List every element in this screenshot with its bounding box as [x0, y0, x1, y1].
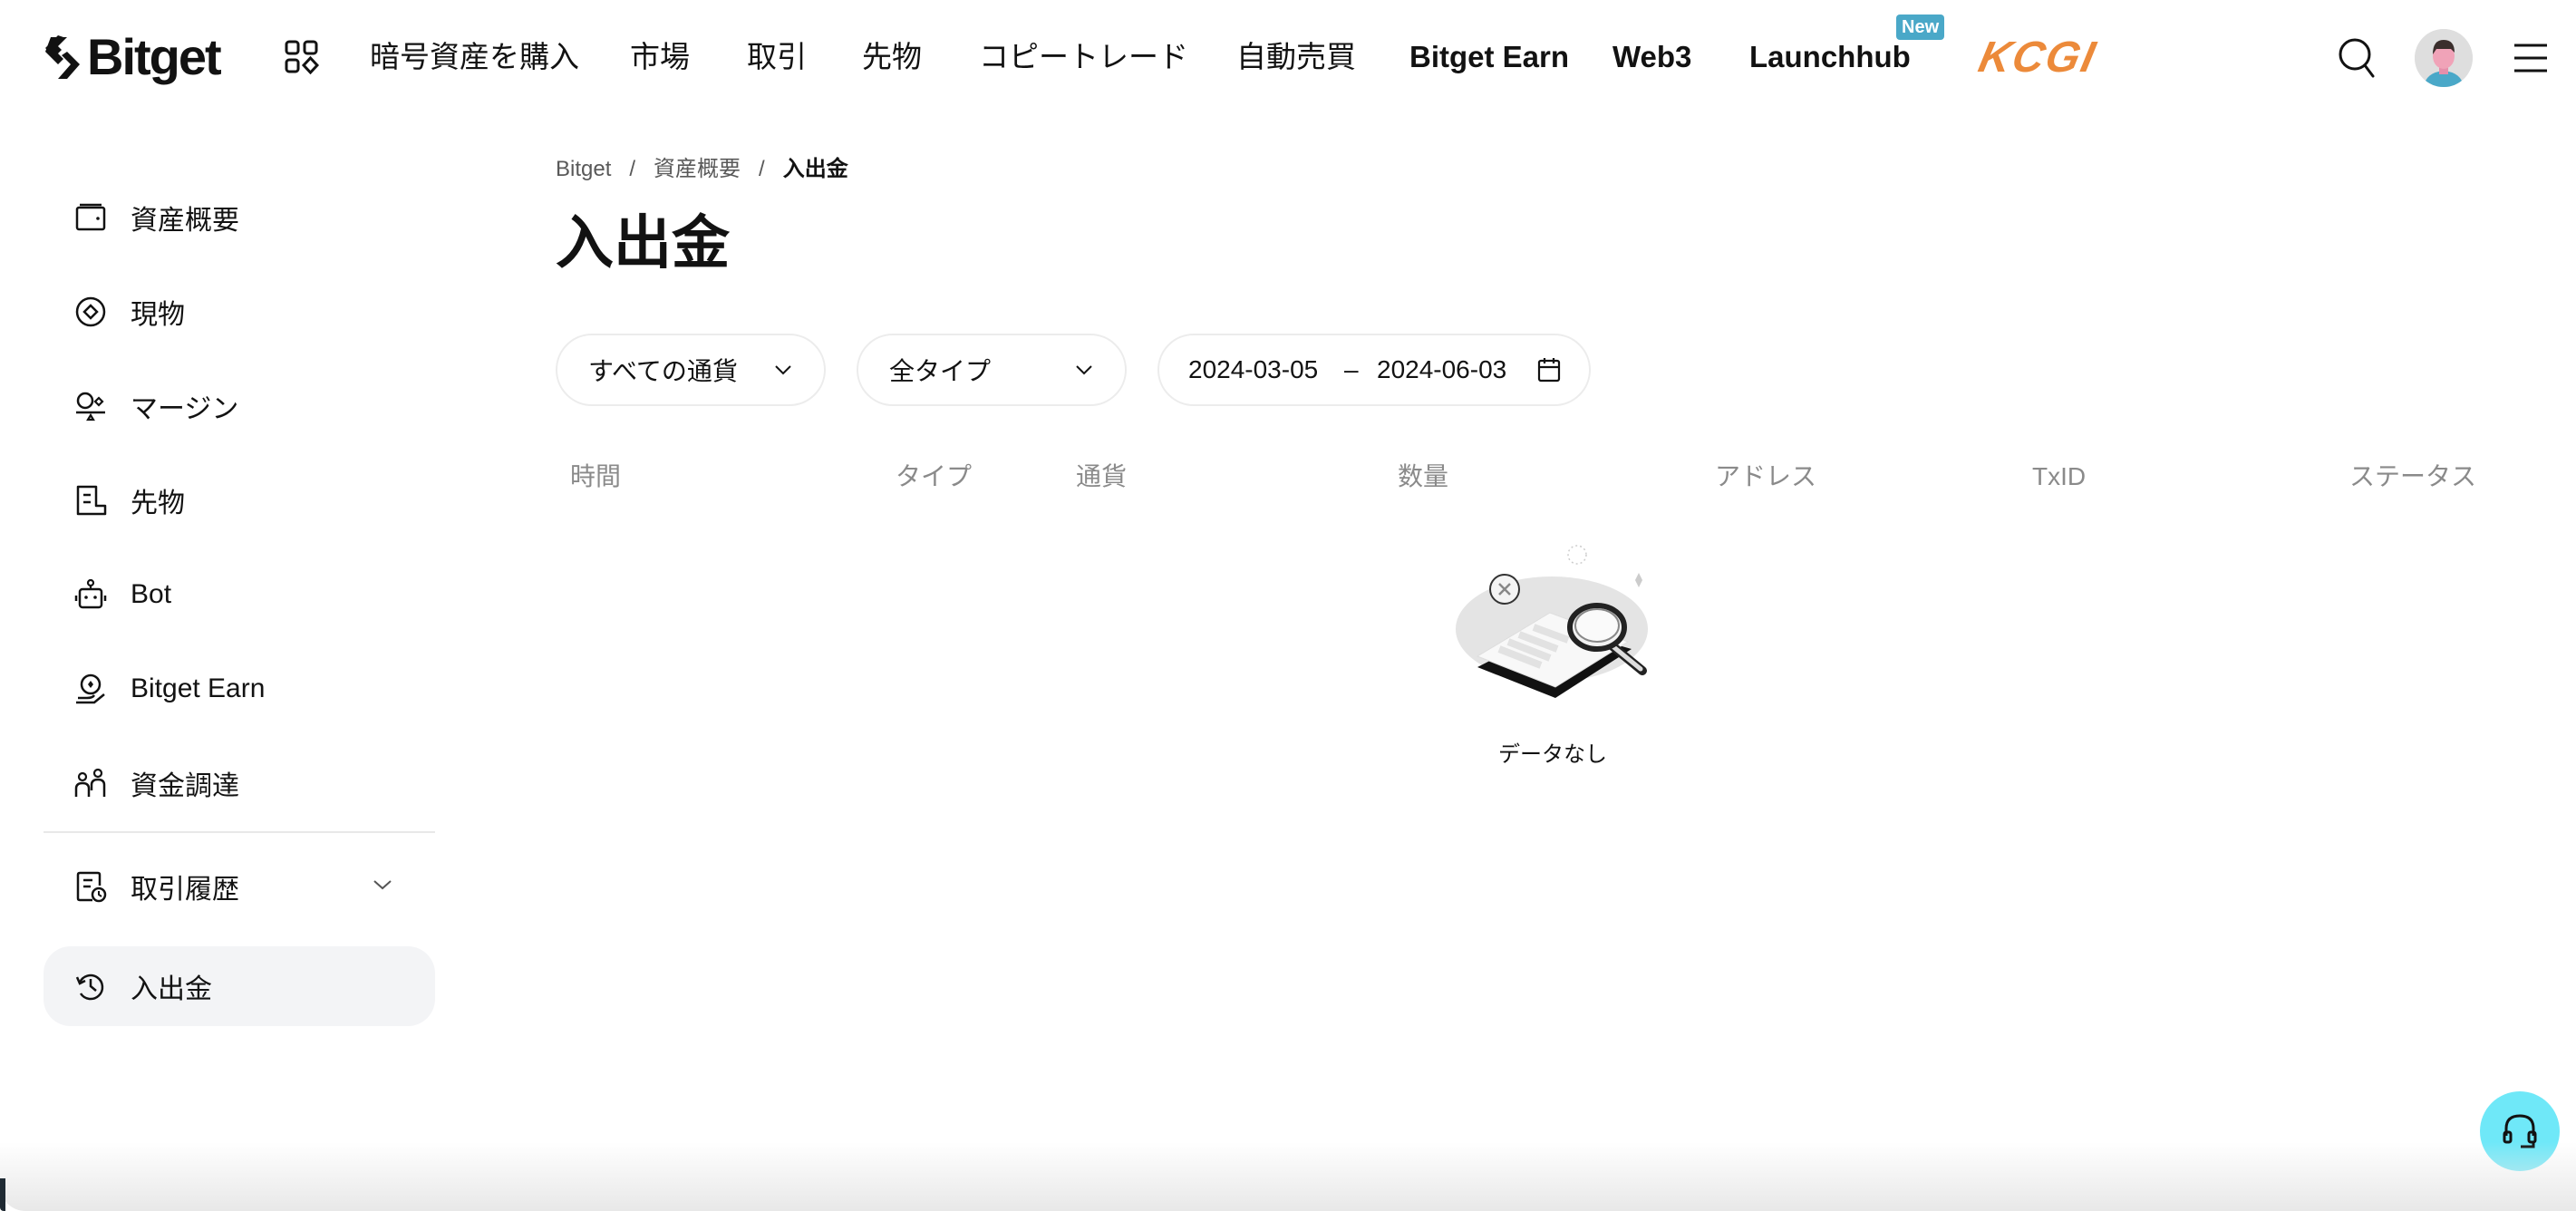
chevron-down-icon	[775, 365, 791, 375]
sidebar-item-trade-history[interactable]: 取引履歴	[44, 847, 435, 926]
sidebar-item-assets-overview[interactable]: 資産概要	[44, 178, 435, 257]
sidebar-item-deposit-withdraw[interactable]: 入出金	[44, 946, 435, 1026]
sidebar-item-label: マージン	[131, 394, 239, 424]
sidebar-item-label: 先物	[131, 489, 185, 518]
bot-icon	[74, 578, 107, 609]
date-range-picker[interactable]: 2024-03-05 – 2024-06-03	[1157, 334, 1591, 406]
wallet-icon	[75, 203, 106, 231]
sidebar-item-bot[interactable]: Bot	[44, 555, 435, 635]
bitget-logo-icon	[45, 35, 80, 79]
margin-icon	[76, 392, 105, 421]
no-data-illustration	[1456, 545, 1648, 698]
sidebar-item-funding[interactable]: 資金調達	[44, 743, 435, 823]
currency-select[interactable]: すべての通貨	[556, 334, 826, 406]
breadcrumb-assets[interactable]: 資産概要	[654, 156, 741, 183]
spot-icon	[75, 296, 106, 327]
sidebar-item-label: 取引履歴	[131, 875, 239, 905]
empty-state	[1450, 540, 1655, 708]
breadcrumb-separator: /	[629, 157, 636, 181]
empty-state-text: データなし	[1498, 742, 1607, 767]
sidebar-item-bitget-earn[interactable]: Bitget Earn	[44, 649, 435, 729]
avatar-icon	[2415, 29, 2473, 87]
column-header-time: 時間	[570, 462, 622, 490]
date-to[interactable]: 2024-06-03	[1377, 355, 1506, 384]
avatar[interactable]	[2415, 29, 2473, 87]
logo-text: Bitget	[87, 28, 222, 85]
kcgi-logo[interactable]: KCGI	[1974, 34, 2100, 82]
history-doc-icon	[76, 871, 107, 903]
sidebar-item-spot[interactable]: 現物	[44, 272, 435, 352]
sidebar-item-label: Bitget Earn	[131, 673, 266, 703]
nav-buy-crypto[interactable]: 暗号資産を購入	[370, 34, 579, 80]
column-header-currency: 通貨	[1076, 462, 1128, 490]
nav-bots[interactable]: 自動売買	[1236, 34, 1356, 80]
chevron-down-icon	[1076, 365, 1092, 375]
sidebar-divider	[44, 831, 435, 833]
futures-icon	[76, 485, 107, 516]
nav-trade[interactable]: 取引	[747, 34, 807, 80]
menu-icon[interactable]	[2513, 40, 2549, 76]
clock-history-icon	[75, 974, 104, 1001]
apps-icon[interactable]	[285, 40, 319, 74]
currency-select-value: すべての通貨	[588, 357, 738, 385]
new-badge: New	[1896, 15, 1945, 40]
sidebar-item-margin[interactable]: マージン	[44, 366, 435, 446]
type-select-value: 全タイプ	[889, 357, 992, 385]
date-from[interactable]: 2024-03-05	[1188, 355, 1318, 384]
date-separator: –	[1344, 355, 1359, 383]
breadcrumb-home[interactable]: Bitget	[556, 156, 611, 183]
column-header-status: ステータス	[2349, 462, 2477, 490]
nav-web3[interactable]: Web3	[1612, 34, 1691, 80]
column-header-type: タイプ	[896, 462, 973, 490]
headset-icon	[2503, 1114, 2537, 1148]
column-header-txid: TxID	[2032, 462, 2087, 490]
type-select[interactable]: 全タイプ	[857, 334, 1127, 406]
column-header-address: アドレス	[1715, 462, 1817, 490]
window-corner	[0, 1178, 5, 1211]
sidebar-item-label: 資産概要	[131, 206, 239, 236]
column-header-amount: 数量	[1398, 462, 1449, 490]
page-title: 入出金	[556, 210, 730, 276]
breadcrumb: Bitget / 資産概要 / 入出金	[556, 156, 848, 183]
search-icon[interactable]	[2337, 36, 2378, 80]
chevron-down-icon[interactable]	[372, 874, 393, 896]
sidebar-item-label: 資金調達	[131, 771, 239, 801]
window-bottom-shadow	[0, 1142, 2576, 1211]
calendar-icon[interactable]	[1536, 356, 1562, 383]
sidebar-item-label: 現物	[131, 300, 185, 330]
nav-bitget-earn[interactable]: Bitget Earn	[1409, 34, 1569, 80]
sidebar-item-label: Bot	[131, 579, 172, 609]
nav-futures[interactable]: 先物	[862, 34, 922, 80]
sidebar-item-futures[interactable]: 先物	[44, 460, 435, 540]
nav-launchhub[interactable]: Launchhub	[1749, 34, 1911, 80]
people-icon	[74, 768, 106, 797]
breadcrumb-separator: /	[759, 157, 765, 181]
top-header: Bitget 暗号資産を購入 市場 取引 先物 コピートレード 自動売買 Bit…	[0, 0, 2576, 114]
breadcrumb-current: 入出金	[782, 157, 848, 181]
support-button[interactable]	[2480, 1091, 2560, 1171]
nav-copy-trade[interactable]: コピートレード	[979, 34, 1188, 80]
nav-markets[interactable]: 市場	[630, 34, 690, 80]
bitget-logo[interactable]: Bitget	[42, 27, 222, 87]
sidebar-item-label: 入出金	[131, 974, 212, 1004]
earn-icon	[76, 673, 105, 704]
